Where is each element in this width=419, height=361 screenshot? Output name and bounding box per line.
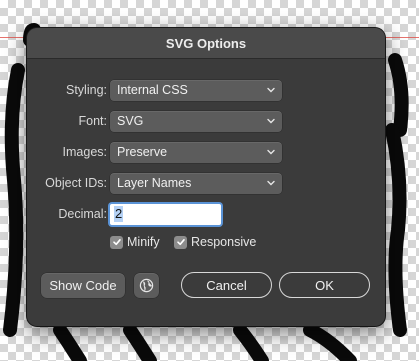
checkmark-icon — [112, 239, 121, 246]
images-value: Preserve — [117, 145, 168, 159]
minify-checkbox-box[interactable] — [110, 235, 123, 249]
minify-label: Minify — [127, 235, 160, 249]
object-ids-value: Layer Names — [117, 176, 192, 190]
styling-value: Internal CSS — [117, 83, 188, 97]
minify-checkbox[interactable]: Minify — [110, 235, 160, 249]
styling-row: Styling: Internal CSS — [27, 80, 385, 101]
svg-options-dialog: SVG Options Styling: Internal CSS Font: … — [27, 28, 385, 326]
responsive-label: Responsive — [191, 235, 257, 249]
styling-select[interactable]: Internal CSS — [110, 80, 282, 101]
show-code-button[interactable]: Show Code — [41, 273, 125, 298]
font-label: Font: — [78, 114, 108, 128]
images-select[interactable]: Preserve — [110, 142, 282, 163]
checkbox-row: Minify Responsive — [27, 235, 385, 255]
object-ids-label: Object IDs: — [45, 176, 107, 190]
decimal-input[interactable]: 2 — [110, 204, 221, 225]
images-row: Images: Preserve — [27, 142, 385, 163]
object-ids-select[interactable]: Layer Names — [110, 173, 282, 194]
decimal-label: Decimal: — [58, 207, 107, 221]
responsive-checkbox[interactable]: Responsive — [174, 235, 256, 249]
images-label: Images: — [62, 145, 107, 159]
cancel-button[interactable]: Cancel — [181, 272, 272, 298]
dialog-title: SVG Options — [27, 28, 385, 59]
styling-label: Styling: — [66, 83, 107, 97]
ok-button[interactable]: OK — [279, 272, 370, 298]
chevron-updown-icon — [267, 118, 275, 124]
font-select[interactable]: SVG — [110, 111, 282, 132]
font-row: Font: SVG — [27, 111, 385, 132]
chevron-updown-icon — [267, 87, 275, 93]
font-value: SVG — [117, 114, 144, 128]
checkmark-icon — [176, 239, 185, 246]
object-ids-row: Object IDs: Layer Names — [27, 173, 385, 194]
chevron-updown-icon — [267, 180, 275, 186]
responsive-checkbox-box[interactable] — [174, 235, 187, 249]
decimal-value: 2 — [114, 206, 124, 222]
globe-icon — [139, 278, 154, 293]
chevron-updown-icon — [267, 149, 275, 155]
web-preview-button[interactable] — [134, 273, 159, 298]
decimal-row: Decimal: 2 — [27, 204, 385, 225]
